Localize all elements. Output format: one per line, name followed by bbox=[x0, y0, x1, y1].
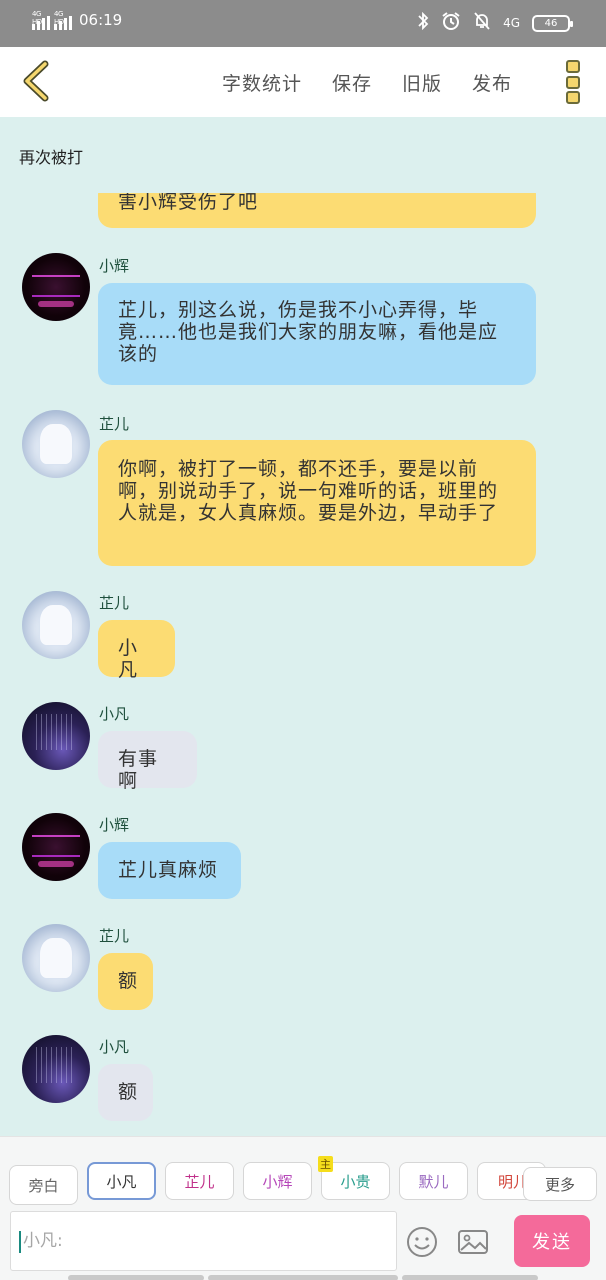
message-bubble[interactable]: 小凡 bbox=[98, 620, 175, 681]
speaker-name: 小凡 bbox=[99, 705, 130, 723]
avatar[interactable] bbox=[22, 253, 90, 321]
chevron-left-icon bbox=[23, 60, 49, 102]
message-feed[interactable]: 害小辉受伤了吧 小辉 芷儿，别这么说，伤是我不小心弄得，毕竟……他也是我们大家的… bbox=[0, 193, 606, 1136]
message-input[interactable] bbox=[23, 1226, 383, 1256]
message-bubble[interactable]: 芷儿真麻烦 bbox=[98, 842, 241, 899]
message-bubble[interactable]: 额 bbox=[98, 953, 153, 1010]
avatar[interactable] bbox=[22, 702, 90, 770]
avatar[interactable] bbox=[22, 924, 90, 992]
avatar[interactable] bbox=[22, 1035, 90, 1103]
avatar[interactable] bbox=[22, 410, 90, 478]
message-bubble[interactable]: 你啊，被打了一顿，都不还手，要是以前啊，别说动手了，说一句难听的话，班里的人就是… bbox=[98, 440, 536, 566]
publish-button[interactable]: 发布 bbox=[472, 69, 512, 96]
speaker-name: 芷儿 bbox=[99, 415, 130, 433]
save-button[interactable]: 保存 bbox=[332, 69, 372, 96]
more-roles-button[interactable]: 更多 bbox=[523, 1167, 597, 1201]
message-bubble[interactable]: 芷儿，别这么说，伤是我不小心弄得，毕竟……他也是我们大家的朋友嘛，看他是应该的 bbox=[98, 283, 536, 385]
clock: 06:19 bbox=[79, 11, 123, 29]
old-version-button[interactable]: 旧版 bbox=[402, 69, 442, 96]
nav-gesture-bar bbox=[68, 1275, 204, 1280]
signal-icon: 4G HD bbox=[54, 10, 72, 30]
message-input-box[interactable] bbox=[10, 1211, 397, 1271]
top-toolbar: 字数统计 保存 旧版 发布 bbox=[0, 47, 606, 117]
mute-bell-icon bbox=[473, 11, 491, 35]
network-type: 4G bbox=[503, 16, 520, 30]
signal-icon: 4G HD bbox=[32, 10, 50, 30]
image-icon[interactable] bbox=[456, 1225, 490, 1259]
speaker-name: 小辉 bbox=[99, 257, 130, 275]
speaker-name: 小凡 bbox=[99, 1038, 130, 1056]
role-chip-narrator[interactable]: 旁白 bbox=[9, 1165, 78, 1205]
send-button[interactable]: 发送 bbox=[514, 1215, 590, 1267]
chat-title: 再次被打 bbox=[19, 148, 84, 167]
avatar[interactable] bbox=[22, 591, 90, 659]
speaker-name: 小辉 bbox=[99, 816, 130, 834]
emoji-icon[interactable] bbox=[405, 1225, 439, 1259]
nav-gesture-bar bbox=[402, 1275, 538, 1280]
nav-gesture-bar bbox=[208, 1275, 398, 1280]
role-chip-moer[interactable]: 默儿 bbox=[399, 1162, 468, 1200]
battery-icon: 46 bbox=[532, 14, 573, 32]
status-bar: 4G HD 4G HD 06:19 4G 46 bbox=[0, 0, 606, 47]
speaker-name: 芷儿 bbox=[99, 927, 130, 945]
message-bubble[interactable]: 有事啊 bbox=[98, 731, 197, 792]
alarm-icon bbox=[441, 11, 461, 35]
back-button[interactable] bbox=[14, 59, 58, 103]
message-bubble[interactable]: 额 bbox=[98, 1064, 153, 1121]
composer-panel: 旁白 小凡 芷儿 小辉 主 小贵 默儿 明儿 更多 发送 bbox=[0, 1136, 606, 1280]
avatar[interactable] bbox=[22, 813, 90, 881]
word-count-button[interactable]: 字数统计 bbox=[222, 69, 302, 96]
role-chip-xiaofan[interactable]: 小凡 bbox=[87, 1162, 156, 1200]
text-caret bbox=[19, 1231, 21, 1253]
bluetooth-icon bbox=[417, 11, 429, 34]
role-chip-zhier[interactable]: 芷儿 bbox=[165, 1162, 234, 1200]
more-menu-icon[interactable] bbox=[566, 60, 582, 104]
speaker-name: 芷儿 bbox=[99, 594, 130, 612]
main-role-badge: 主 bbox=[318, 1156, 333, 1172]
message-bubble[interactable]: 害小辉受伤了吧 bbox=[98, 193, 536, 228]
role-chip-xiaogui[interactable]: 主 小贵 bbox=[318, 1156, 390, 1200]
role-chip-xiaohui[interactable]: 小辉 bbox=[243, 1162, 312, 1200]
